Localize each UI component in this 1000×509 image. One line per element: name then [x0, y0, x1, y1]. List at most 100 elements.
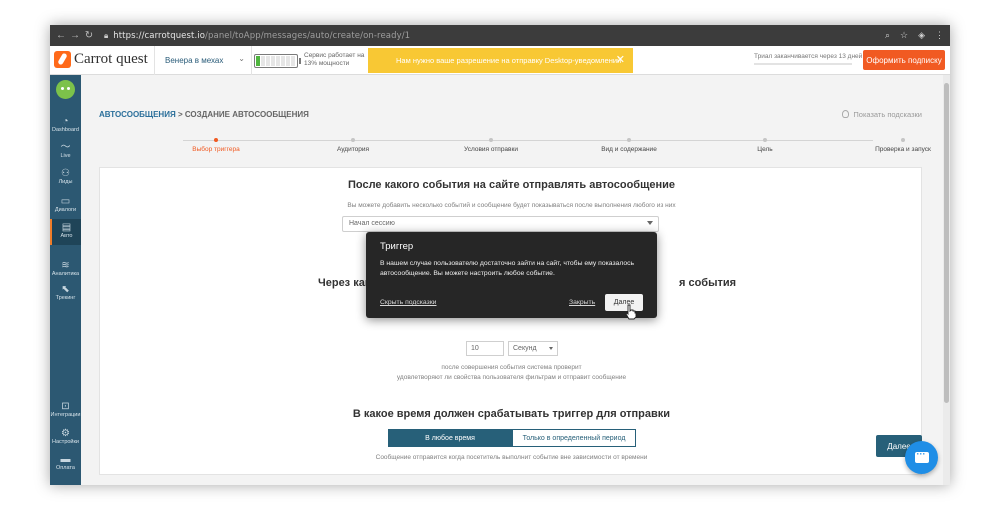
step-dot: [627, 138, 631, 142]
step-dot: [351, 138, 355, 142]
step-goal[interactable]: Цель: [715, 138, 815, 153]
chevron-down-icon: ⌄: [238, 54, 245, 63]
scrollbar[interactable]: [943, 75, 950, 485]
sidebar-item-leads[interactable]: ⚇ Лиды: [50, 165, 81, 191]
star-icon[interactable]: ☆: [900, 30, 908, 41]
section3-note: Сообщение отправится когда посетитель вы…: [375, 454, 648, 461]
address-bar[interactable]: https://carrotquest.io/panel/toApp/messa…: [113, 31, 410, 41]
sidebar-item-label: Live: [60, 153, 71, 159]
chat-icon: [914, 449, 929, 463]
load-line1: Сервис работает на: [304, 52, 365, 59]
close-icon[interactable]: ✕: [616, 53, 625, 66]
step-label: Цель: [757, 146, 773, 153]
sidebar-item-label: Трекинг: [55, 295, 76, 301]
logo[interactable]: Carrot quest: [54, 51, 148, 68]
event-select-value: Начал сессию: [349, 220, 395, 227]
section1-title: После какого события на сайте отправлять…: [347, 179, 676, 191]
sidebar-item-label: Интеграции: [50, 412, 81, 418]
sidebar-item-integrations[interactable]: ⊡ Интеграции: [50, 398, 81, 424]
sidebar-item-dialogs[interactable]: ▭ Диалоги: [50, 193, 81, 219]
users-icon: ⚇: [61, 168, 70, 179]
section1-subtitle: Вы можете добавить несколько событий и с…: [347, 202, 676, 209]
dialogs-icon: ▭: [60, 196, 71, 207]
step-review-launch[interactable]: Проверка и запуск: [853, 138, 950, 153]
logo-text: Carrot quest: [74, 51, 148, 67]
step-dot: [489, 138, 493, 142]
hide-hints-link[interactable]: Скрыть подсказки: [380, 299, 436, 306]
delay-unit-select[interactable]: Секунд: [508, 341, 558, 356]
live-icon: 〜: [60, 142, 71, 153]
step-content[interactable]: Вид и содержание: [579, 138, 679, 153]
auto-messages-icon: ▤: [61, 222, 72, 233]
lock-icon: 🔒︎: [104, 30, 109, 40]
tooltip-title: Триггер: [380, 241, 414, 252]
tooltip-close-link[interactable]: Закрыть: [569, 299, 595, 306]
menu-icon[interactable]: ⋮: [935, 30, 944, 41]
step-audience[interactable]: Аудитория: [303, 138, 403, 153]
sidebar-item-live[interactable]: 〜 Live: [50, 139, 81, 165]
sidebar-item-analytics[interactable]: ≋ Аналитика: [50, 257, 81, 283]
step-label: Проверка и запуск: [875, 146, 931, 153]
step-send-conditions[interactable]: Условия отправки: [441, 138, 541, 153]
forward-arrow-icon[interactable]: →: [68, 30, 82, 41]
option-period[interactable]: Только в определенный период: [512, 429, 636, 447]
onboarding-tooltip: Триггер В нашем случае пользователю дост…: [366, 232, 657, 318]
step-dot: [763, 138, 767, 142]
step-label: Условия отправки: [464, 146, 518, 153]
notification-permission-banner[interactable]: Нам нужно ваше разрешение на отправку De…: [368, 48, 633, 73]
browser-toolbar: ← → ↻ 🔒︎ https://carrotquest.io/panel/to…: [50, 25, 950, 46]
sidebar-item-settings[interactable]: ⚙ Настройки: [50, 425, 81, 451]
reload-icon[interactable]: ↻: [82, 30, 96, 41]
caret-down-icon: [647, 221, 653, 225]
section2-title-right: я события: [679, 277, 737, 289]
load-status: Сервис работает на 13% мощности: [304, 52, 364, 68]
integrations-icon: ⊡: [61, 401, 70, 412]
step-label: Выбор триггера: [192, 146, 240, 153]
chat-widget-button[interactable]: [905, 441, 938, 474]
analytics-icon: ≋: [61, 260, 70, 271]
step-dot: [901, 138, 905, 142]
settings-icon: ⚙: [61, 428, 70, 439]
extension-icon[interactable]: ◈: [918, 30, 925, 41]
back-arrow-icon[interactable]: ←: [54, 30, 68, 41]
project-name: Венера в мехах: [165, 56, 224, 65]
scrollbar-thumb[interactable]: [944, 83, 949, 403]
trial-text: Триал заканчивается через 13 дней: [754, 53, 863, 60]
sidebar: ◔ Dashboard 〜 Live ⚇ Лиды ▭ Диалоги ▤ Ав…: [50, 75, 81, 485]
trial-progress-bar: [754, 63, 852, 65]
step-label: Вид и содержание: [601, 146, 657, 153]
sidebar-item-label: Лиды: [58, 179, 73, 185]
url-path: /panel/toApp/messages/auto/create/on-rea…: [205, 30, 411, 41]
step-dot: [214, 138, 218, 142]
sidebar-item-label: Оплата: [56, 465, 75, 471]
subscribe-button[interactable]: Оформить подписку: [863, 50, 945, 70]
tooltip-text: В нашем случае пользователю достаточно з…: [380, 260, 635, 277]
breadcrumb-separator: >: [177, 110, 183, 119]
dashboard-icon: ◔: [62, 116, 69, 127]
caret-down-icon: [549, 347, 553, 350]
avatar[interactable]: [56, 80, 75, 99]
section2-note-line1: после совершения события система провери…: [441, 364, 582, 371]
trigger-form-card: После какого события на сайте отправлять…: [99, 167, 922, 475]
sidebar-item-tracking[interactable]: ⬉ Трекинг: [50, 281, 81, 307]
breadcrumb-link-auto-messages[interactable]: АВТОСООБЩЕНИЯ: [99, 110, 176, 119]
breadcrumb-current: СОЗДАНИЕ АВТОСООБЩЕНИЯ: [184, 110, 309, 119]
option-any-time[interactable]: В любое время: [388, 429, 512, 447]
step-trigger[interactable]: Выбор триггера: [166, 138, 266, 153]
sidebar-item-auto[interactable]: ▤ Авто: [50, 219, 81, 245]
tooltip-next-button[interactable]: Далее: [605, 294, 643, 311]
sidebar-item-label: Аналитика: [51, 271, 80, 277]
delay-input[interactable]: 10: [466, 341, 504, 356]
carrot-logo-icon: [54, 51, 71, 68]
url-host: https://carrotquest.io: [113, 30, 206, 41]
project-selector[interactable]: Венера в мехах ⌄: [154, 46, 252, 75]
sidebar-item-dashboard[interactable]: ◔ Dashboard: [50, 113, 81, 139]
load-battery-icon: [254, 54, 301, 68]
zoom-icon[interactable]: ⌕: [885, 30, 890, 41]
sidebar-item-label: Dashboard: [52, 127, 79, 133]
sidebar-item-payment[interactable]: ▬ Оплата: [50, 451, 81, 477]
section2-note-line2: удовлетворяют ли свойства пользователя ф…: [396, 374, 627, 381]
event-select[interactable]: Начал сессию: [342, 216, 659, 232]
tracking-icon: ⬉: [61, 284, 70, 295]
show-hints-link[interactable]: Показать подсказки: [842, 110, 922, 119]
